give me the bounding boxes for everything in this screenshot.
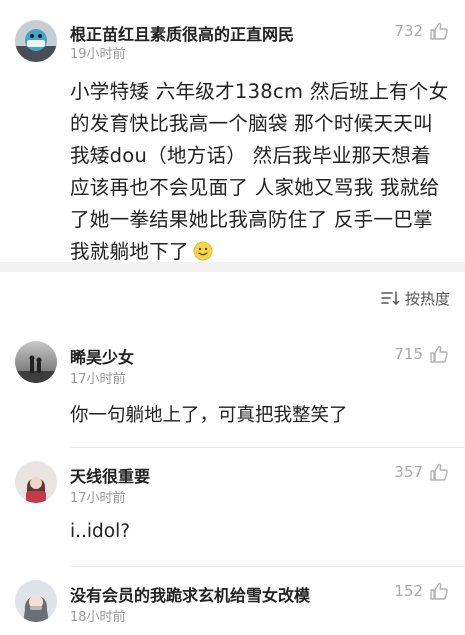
comment-line: 应该再也不会见面了 人家她又骂我 我就给 bbox=[70, 176, 440, 199]
avatar[interactable] bbox=[15, 20, 57, 62]
reply-timestamp: 17小时前 bbox=[70, 372, 126, 387]
sort-icon bbox=[381, 291, 400, 305]
comment-body: 小学特矮 六年级才138cm 然后班上有个女 的发育快比我高一个脑袋 那个时候天… bbox=[70, 76, 450, 268]
reply-username[interactable]: 天线很重要 bbox=[70, 463, 150, 487]
like-count: 152 bbox=[394, 582, 423, 600]
thumbs-up-icon[interactable] bbox=[429, 462, 449, 482]
section-divider bbox=[0, 262, 465, 272]
comment-line: 的发育快比我高一个脑袋 那个时候天天叫 bbox=[70, 112, 433, 135]
comment-line-text: 我就躺地下了 bbox=[70, 240, 189, 263]
avatar[interactable] bbox=[15, 341, 57, 383]
thumbs-up-icon[interactable] bbox=[429, 21, 449, 41]
like-count: 715 bbox=[394, 345, 423, 363]
reply-timestamp: 18小时前 bbox=[70, 610, 126, 625]
sort-by-hot-button[interactable]: 按热度 bbox=[381, 286, 450, 310]
comment-line: 小学特矮 六年级才138cm 然后班上有个女 bbox=[70, 80, 449, 103]
reply-timestamp: 17小时前 bbox=[70, 491, 126, 506]
row-divider bbox=[70, 566, 465, 567]
smiley-emoji-icon bbox=[193, 241, 213, 261]
row-divider bbox=[70, 447, 465, 448]
reply-username[interactable]: 睎昊少女 bbox=[70, 344, 134, 368]
comment-username[interactable]: 根正苗红且素质很高的正直网民 bbox=[70, 21, 294, 45]
like-count: 732 bbox=[394, 22, 423, 40]
comment-line: 我矮dou（地方话） 然后我毕业那天想着 bbox=[70, 144, 431, 167]
avatar[interactable] bbox=[15, 580, 57, 622]
thumbs-up-icon[interactable] bbox=[429, 344, 449, 364]
reply-username[interactable]: 没有会员的我跪求玄机给雪女改模 bbox=[70, 582, 310, 606]
avatar[interactable] bbox=[15, 461, 57, 503]
reply-text: i..idol? bbox=[70, 521, 131, 542]
sort-label: 按热度 bbox=[404, 289, 450, 308]
main-comment: 根正苗红且素质很高的正直网民 19小时前 732 小学特矮 六年级才138cm … bbox=[0, 0, 465, 263]
like-count: 357 bbox=[394, 463, 423, 481]
comment-line: 了她一拳结果她比我高防住了 反手一巴掌 bbox=[70, 208, 433, 231]
thumbs-up-icon[interactable] bbox=[429, 581, 449, 601]
reply-text: 你一句躺地上了，可真把我整笑了 bbox=[70, 405, 348, 426]
comment-timestamp: 19小时前 bbox=[70, 47, 126, 62]
